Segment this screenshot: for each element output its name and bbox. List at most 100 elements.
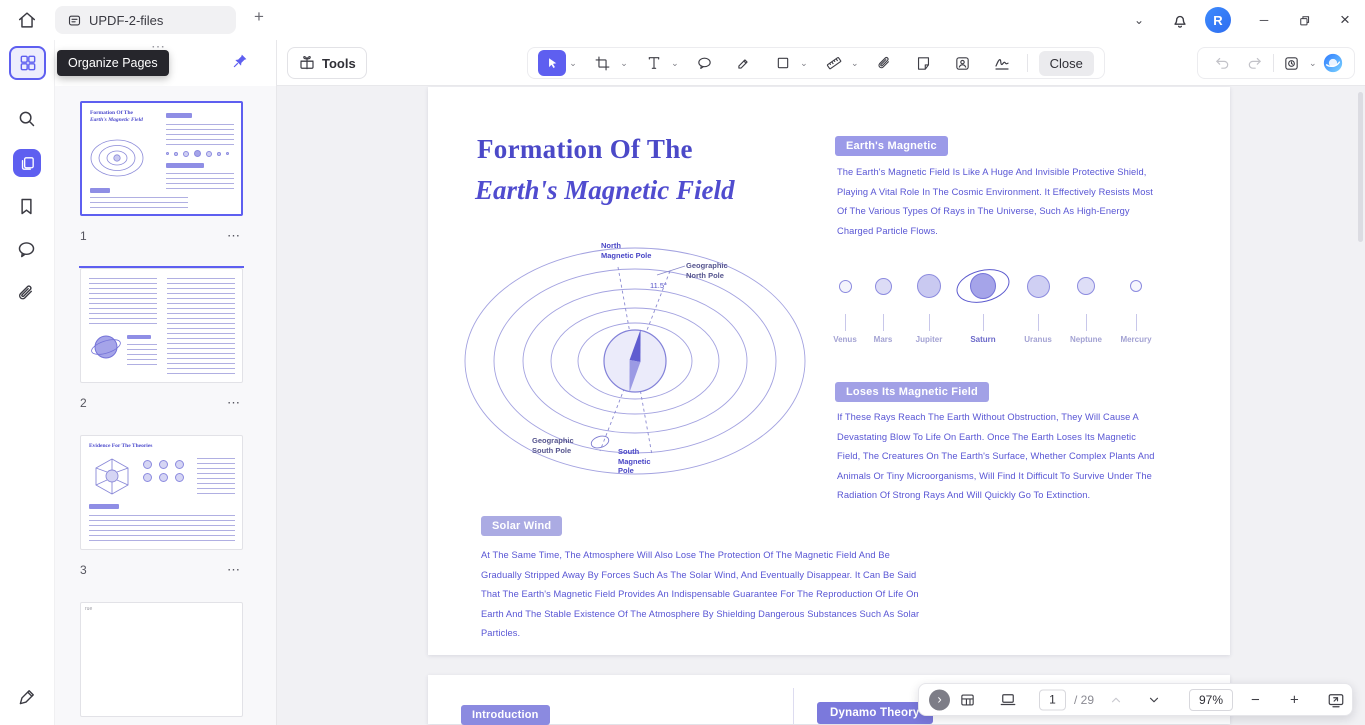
pdf-page-1[interactable]: Formation Of The Earth's Magnetic Field …	[428, 87, 1230, 655]
tools-button[interactable]: Tools	[287, 47, 367, 79]
undo-icon	[1215, 57, 1228, 69]
next-page-chevron-icon[interactable]	[1147, 693, 1161, 707]
shape-tool-chevron-icon[interactable]: ⌄	[799, 58, 809, 68]
text-icon	[648, 57, 660, 69]
expand-nav-button[interactable]: ›	[929, 689, 950, 710]
doc-title-line1: Formation Of The	[477, 134, 693, 164]
comment-tool-button[interactable]	[691, 50, 719, 76]
crop-icon	[596, 56, 610, 70]
window-close-button[interactable]: ×	[1333, 0, 1357, 40]
select-tool-chevron-icon[interactable]: ⌄	[568, 58, 578, 68]
avatar[interactable]: R	[1205, 0, 1231, 40]
label-axis-angle: 11.5°	[650, 281, 668, 290]
redo-button[interactable]	[1240, 50, 1268, 76]
crop-page-tool-button[interactable]	[589, 50, 617, 76]
signature-icon	[995, 59, 1009, 70]
pen-annotate-tool-button[interactable]	[730, 50, 758, 76]
mini-text	[90, 197, 188, 210]
sidebar-signature-pen-button[interactable]	[16, 687, 38, 709]
thumbnail-view-icon[interactable]	[959, 691, 976, 708]
ai-icon	[1323, 53, 1343, 73]
insert-indicator	[79, 266, 244, 268]
thumbnail-menu-button[interactable]: ⋯	[227, 395, 243, 411]
page-thumbnail-3[interactable]: Evidence For The Theories	[80, 435, 243, 550]
previous-page-chevron-icon[interactable]	[1109, 693, 1123, 707]
column-divider	[793, 688, 794, 724]
sticker-tool-button[interactable]	[910, 50, 938, 76]
doc-paragraph-magnetic: The Earth's Magnetic Field Is Like A Hug…	[837, 167, 1153, 236]
zoom-out-button[interactable]: −	[1251, 691, 1260, 708]
sidebar-comments-button[interactable]	[16, 239, 38, 261]
thumbnail-menu-button[interactable]: ⋯	[227, 562, 243, 578]
zoom-in-button[interactable]: +	[1290, 691, 1299, 708]
document-viewer[interactable]: Formation Of The Earth's Magnetic Field …	[277, 86, 1365, 725]
stamp-tool-button[interactable]	[949, 50, 977, 76]
pin-panel-icon[interactable]	[231, 52, 249, 70]
thumbnail-item-2: 2 ⋯	[79, 266, 244, 414]
redo-icon	[1248, 57, 1261, 69]
attachment-tool-button[interactable]	[871, 50, 899, 76]
viewer-scrollbar[interactable]	[1358, 92, 1363, 242]
planet-mercury: Mercury	[1106, 263, 1166, 344]
toolbar-divider	[1026, 54, 1028, 72]
thumbnail-menu-button[interactable]: ⋯	[227, 228, 243, 244]
version-history-icon	[1285, 56, 1298, 70]
chat-bubble-icon	[18, 242, 35, 258]
planet-size-comparison: Venus Mars Jupiter Saturn Uranus Neptune…	[826, 263, 1156, 351]
doc-badge-loses-field: Loses Its Magnetic Field	[835, 382, 989, 402]
document-tab[interactable]: UPDF-2-files	[55, 6, 236, 34]
notifications-bell-icon[interactable]	[1168, 0, 1192, 40]
measure-tool-chevron-icon[interactable]: ⌄	[850, 58, 860, 68]
titlebar-menu-chevron-icon[interactable]: ⌄	[1128, 0, 1150, 40]
paperclip-icon	[878, 56, 890, 68]
ai-assistant-button[interactable]	[1322, 52, 1344, 74]
sidebar-page-thumbnails-button[interactable]	[13, 149, 41, 177]
text-tool-button[interactable]	[640, 50, 668, 76]
square-shape-icon	[777, 57, 789, 69]
search-icon	[19, 111, 35, 127]
version-history-chevron-icon[interactable]: ⌄	[1308, 58, 1318, 68]
undo-button[interactable]	[1208, 50, 1236, 76]
sidebar-search-button[interactable]	[16, 108, 38, 130]
titlebar: UPDF-2-files + ⌄ R ─ ×	[0, 0, 1365, 40]
window-minimize-button[interactable]: ─	[1252, 0, 1276, 40]
page-thumbnail-1[interactable]: Formation Of The Earth's Magnetic Field	[80, 101, 243, 216]
mini-title: Formation Of The Earth's Magnetic Field	[90, 110, 143, 123]
paperclip-icon	[19, 285, 33, 300]
text-tool-chevron-icon[interactable]: ⌄	[670, 58, 680, 68]
mini-text	[89, 515, 235, 541]
page-thumbnail-2[interactable]	[79, 266, 244, 383]
measure-tool-button[interactable]	[820, 50, 848, 76]
planet-jupiter: Jupiter	[899, 263, 959, 344]
select-tool-button[interactable]	[538, 50, 566, 76]
close-tools-button[interactable]: Close	[1038, 50, 1094, 76]
mini-field-diagram	[90, 139, 144, 177]
doc-paragraph-loses: If These Rays Reach The Earth Without Ob…	[837, 412, 1155, 500]
version-history-button[interactable]	[1278, 50, 1306, 76]
ruler-icon	[826, 57, 842, 70]
shape-tool-button[interactable]	[769, 50, 797, 76]
sidebar-attachments-button[interactable]	[16, 283, 38, 305]
new-tab-button[interactable]: +	[249, 7, 269, 27]
page-thumbnail-4[interactable]: rue	[80, 602, 243, 717]
id-stamp-icon	[956, 56, 969, 70]
left-sidebar	[0, 40, 55, 725]
mini-text	[197, 458, 235, 498]
page-number-input[interactable]	[1039, 689, 1066, 710]
crop-tool-chevron-icon[interactable]: ⌄	[619, 58, 629, 68]
pen-nib-icon	[19, 690, 34, 705]
signature-tool-button[interactable]	[988, 50, 1016, 76]
doc-badge-earths-magnetic: Earth's Magnetic	[835, 136, 948, 156]
home-icon[interactable]	[16, 9, 38, 31]
thumbnail-page-number: 3	[80, 563, 87, 577]
zoom-level-button[interactable]: 97%	[1189, 688, 1233, 711]
slideshow-mode-icon[interactable]	[999, 691, 1017, 709]
doc-title-line2: Earth's Magnetic Field	[475, 175, 735, 205]
history-toolbar: ⌄	[1197, 47, 1355, 79]
window-restore-button[interactable]	[1292, 0, 1316, 40]
sidebar-organize-pages-button[interactable]	[9, 46, 46, 80]
sidebar-bookmarks-button[interactable]	[16, 196, 38, 218]
thumbnail-item-4: rue 4 ⋯	[80, 602, 243, 725]
fit-screen-icon[interactable]	[1327, 691, 1345, 709]
thumbnail-page-number: 1	[80, 229, 87, 243]
